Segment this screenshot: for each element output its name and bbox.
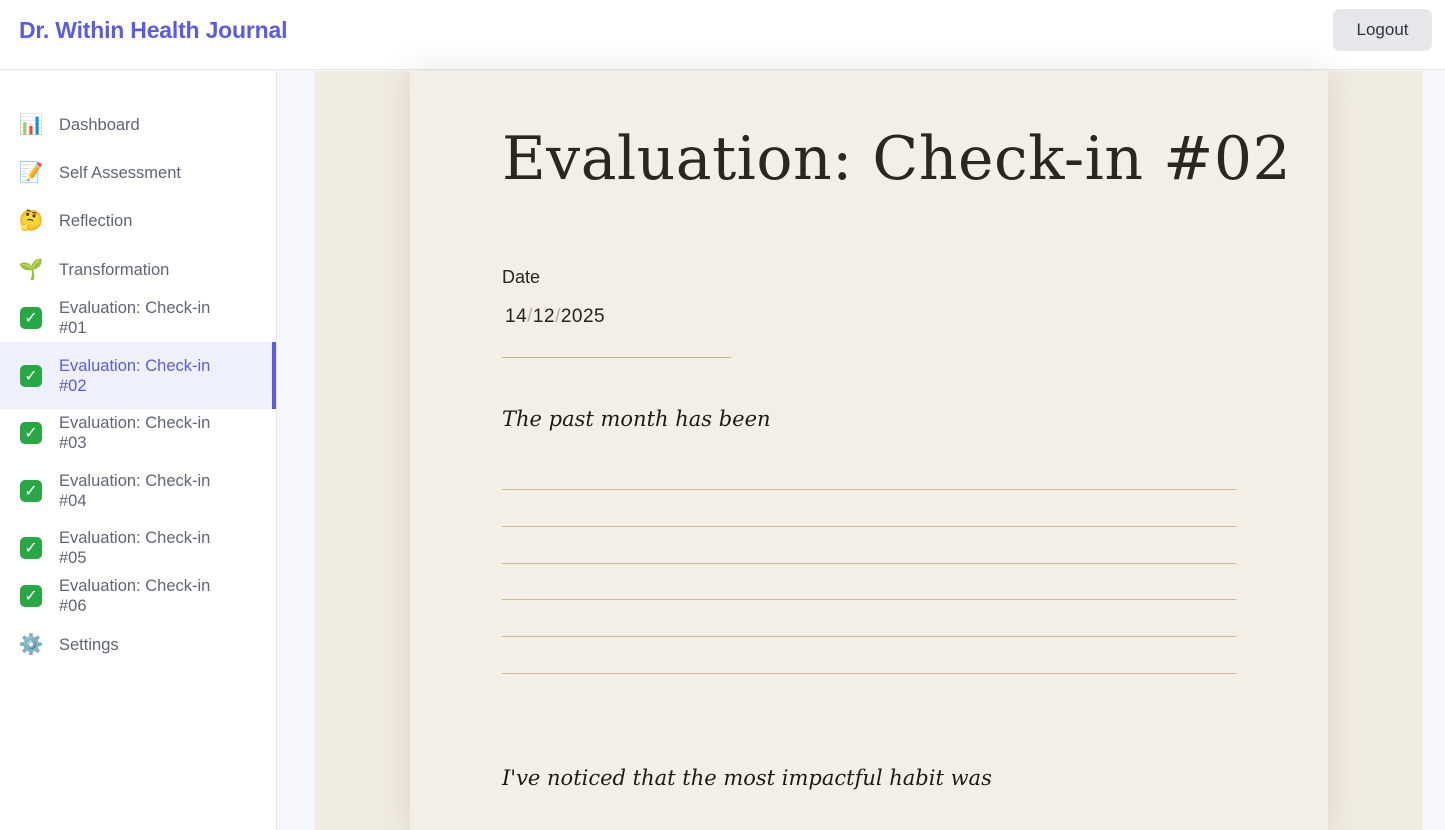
sidebar-item-label: Self Assessment [59,164,181,182]
logout-button[interactable]: Logout [1333,9,1432,51]
writing-line [502,489,1236,490]
check-mark-icon: ✓ [19,421,43,445]
writing-line [502,636,1236,637]
bar-chart-icon: 📊 [18,114,44,136]
writing-line [502,599,1236,600]
check-mark-icon: ✓ [19,584,43,608]
sidebar-item-label: Evaluation: Check-in #03 [59,414,211,452]
sidebar-item-label: Evaluation: Check-in #02 [59,356,211,395]
date-month[interactable]: 12 [533,306,555,327]
sidebar-item-label: Settings [59,636,119,654]
date-year[interactable]: 2025 [561,306,605,327]
sidebar-item-label: Evaluation: Check-in #01 [59,299,211,337]
sidebar-item-checkin-05[interactable]: ✓ Evaluation: Check-in #05 [0,528,276,568]
sidebar-item-label: Transformation [59,261,170,279]
check-mark-icon: ✓ [19,306,43,330]
date-input[interactable]: 14/12/2025 [502,306,731,358]
gear-icon: ⚙️ [18,634,44,656]
sidebar-item-transformation[interactable]: 🌱 Transformation [0,250,276,290]
writing-line [502,563,1236,564]
sidebar-item-label: Dashboard [59,116,140,134]
seedling-icon: 🌱 [18,259,44,281]
check-mark-icon: ✓ [19,364,43,388]
sidebar-item-checkin-06[interactable]: ✓ Evaluation: Check-in #06 [0,576,276,616]
sidebar-item-checkin-02[interactable]: ✓ Evaluation: Check-in #02 [0,342,276,409]
prompt-past-month: The past month has been [502,407,771,431]
sidebar-item-label: Evaluation: Check-in #05 [59,529,211,567]
sidebar-item-label: Reflection [59,212,133,230]
app-title[interactable]: Dr. Within Health Journal [19,17,287,44]
writing-line [502,526,1236,527]
sidebar-item-settings[interactable]: ⚙️ Settings [0,625,276,665]
writing-line [502,673,1236,674]
sidebar-item-checkin-04[interactable]: ✓ Evaluation: Check-in #04 [0,457,276,524]
sidebar-item-label: Evaluation: Check-in #04 [59,471,211,510]
check-mark-icon: ✓ [19,479,43,503]
sidebar-item-checkin-01[interactable]: ✓ Evaluation: Check-in #01 [0,298,276,338]
sidebar-item-dashboard[interactable]: 📊 Dashboard [0,105,276,145]
sidebar-item-checkin-03[interactable]: ✓ Evaluation: Check-in #03 [0,413,276,453]
thinking-face-icon: 🤔 [18,210,44,232]
date-day[interactable]: 14 [505,306,527,327]
sidebar: 📊 Dashboard 📝 Self Assessment 🤔 Reflecti… [0,71,277,830]
check-mark-icon: ✓ [19,536,43,560]
prompt-impactful-habit: I've noticed that the most impactful hab… [502,766,992,790]
page-title: Evaluation: Check-in #02 [502,124,1292,194]
sidebar-item-reflection[interactable]: 🤔 Reflection [0,201,276,241]
sidebar-item-label: Evaluation: Check-in #06 [59,577,211,615]
app-header: Dr. Within Health Journal Logout [0,0,1445,70]
sidebar-item-self-assessment[interactable]: 📝 Self Assessment [0,153,276,193]
memo-icon: 📝 [18,162,44,184]
date-label: Date [502,267,541,287]
